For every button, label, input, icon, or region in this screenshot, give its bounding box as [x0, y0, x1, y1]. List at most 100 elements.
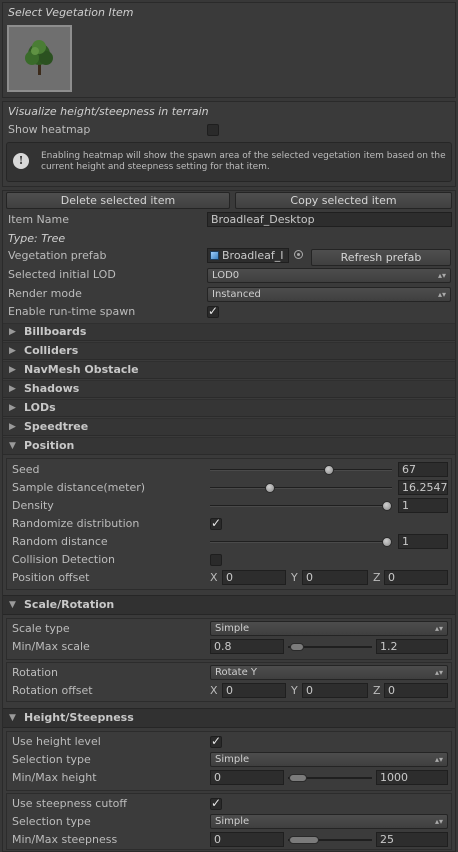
sample-distance-slider-knob[interactable] [265, 483, 276, 493]
use-steepness-cutoff-checkbox[interactable]: ✓ [210, 796, 222, 810]
y-axis-label: Y [291, 684, 298, 697]
sample-distance-slider-track[interactable] [210, 487, 392, 489]
foldout-speedtree[interactable]: ▶ Speedtree [3, 418, 455, 436]
max-scale-field[interactable]: 1.2 [376, 639, 448, 654]
min-scale-field[interactable]: 0.8 [210, 639, 284, 654]
scale-range-slider[interactable] [288, 642, 372, 652]
steepness-range-slider[interactable] [288, 835, 372, 845]
info-icon: ! [13, 153, 29, 169]
foldout-scale-rotation[interactable]: ▼ Scale/Rotation [3, 595, 455, 615]
steepness-selection-type-dropdown[interactable]: Simple ▴▾ [210, 814, 448, 829]
position-offset-x-field[interactable]: 0 [222, 570, 286, 585]
use-height-level-label: Use height level [12, 735, 101, 748]
random-distance-slider-track[interactable] [210, 541, 392, 543]
foldout-triangle-icon: ▼ [9, 713, 16, 723]
random-distance-field[interactable]: 1 [398, 534, 448, 549]
checkmark-icon: ✓ [208, 304, 219, 318]
foldout-shadows[interactable]: ▶ Shadows [3, 380, 455, 398]
foldout-height-steepness[interactable]: ▼ Height/Steepness [3, 708, 455, 728]
height-range-slider[interactable] [288, 773, 372, 783]
rotation-dropdown[interactable]: Rotate Y ▴▾ [210, 665, 448, 680]
prefab-cube-icon [210, 251, 219, 260]
show-heatmap-checkbox[interactable] [207, 124, 219, 136]
max-height-field[interactable]: 1000 [376, 770, 448, 785]
density-label: Density [12, 499, 54, 512]
foldout-triangle-icon: ▶ [9, 346, 16, 356]
copy-selected-item-button[interactable]: Copy selected item [235, 192, 452, 209]
foldout-billboards[interactable]: ▶ Billboards [3, 323, 455, 341]
sample-distance-field[interactable]: 16.2547 [398, 480, 448, 495]
info-text: Enabling heatmap will show the spawn are… [41, 151, 446, 172]
vegetation-prefab-field[interactable]: Broadleaf_I [207, 248, 289, 263]
collision-detection-label: Collision Detection [12, 553, 116, 566]
rotation-offset-label: Rotation offset [12, 684, 93, 697]
render-mode-dropdown[interactable]: Instanced ▴▾ [207, 287, 451, 302]
height-selection-type-label: Selection type [12, 753, 91, 766]
min-max-height-label: Min/Max height [12, 771, 97, 784]
x-axis-label: X [210, 684, 218, 697]
min-height-field[interactable]: 0 [210, 770, 284, 785]
z-axis-label: Z [373, 684, 381, 697]
foldout-colliders[interactable]: ▶ Colliders [3, 342, 455, 360]
randomize-distribution-label: Randomize distribution [12, 517, 140, 530]
foldout-triangle-icon: ▶ [9, 327, 16, 337]
density-slider-knob[interactable] [382, 501, 392, 511]
seed-field[interactable]: 67 [398, 462, 448, 477]
seed-slider-knob[interactable] [323, 465, 334, 475]
random-distance-slider-knob[interactable] [382, 537, 392, 547]
render-mode-label: Render mode [8, 287, 82, 300]
density-slider-track[interactable] [210, 505, 392, 507]
use-steepness-cutoff-label: Use steepness cutoff [12, 797, 127, 810]
foldout-triangle-icon: ▼ [9, 600, 16, 610]
visualize-title: Visualize height/steepness in terrain [8, 105, 209, 118]
checkmark-icon: ✓ [211, 796, 222, 810]
vegetation-item-thumbnail[interactable] [7, 25, 72, 92]
foldout-triangle-icon: ▶ [9, 403, 16, 413]
runtime-spawn-checkbox[interactable]: ✓ [207, 304, 219, 318]
rotation-offset-y-field[interactable]: 0 [302, 683, 368, 698]
dropdown-arrow-icon: ▴▾ [437, 290, 446, 299]
z-axis-label: Z [373, 571, 381, 584]
steepness-selection-type-label: Selection type [12, 815, 91, 828]
delete-selected-item-button[interactable]: Delete selected item [6, 192, 230, 209]
max-steepness-field[interactable]: 25 [376, 832, 448, 847]
y-axis-label: Y [291, 571, 298, 584]
dropdown-arrow-icon: ▴▾ [434, 668, 443, 677]
item-type-text: Type: Tree [8, 232, 66, 245]
rotation-offset-z-field[interactable]: 0 [384, 683, 448, 698]
min-max-steepness-label: Min/Max steepness [12, 833, 118, 846]
collision-detection-checkbox[interactable] [210, 554, 222, 566]
item-name-field[interactable]: Broadleaf_Desktop [207, 212, 452, 227]
min-steepness-field[interactable]: 0 [210, 832, 284, 847]
use-height-level-checkbox[interactable]: ✓ [210, 734, 222, 748]
item-name-label: Item Name [8, 213, 69, 226]
show-heatmap-label: Show heatmap [8, 123, 91, 136]
x-axis-label: X [210, 571, 218, 584]
height-selection-type-dropdown[interactable]: Simple ▴▾ [210, 752, 448, 767]
position-offset-z-field[interactable]: 0 [384, 570, 448, 585]
rotation-offset-x-field[interactable]: 0 [222, 683, 286, 698]
rotation-label: Rotation [12, 666, 59, 679]
dropdown-arrow-icon: ▴▾ [434, 624, 443, 633]
dropdown-arrow-icon: ▴▾ [434, 755, 443, 764]
info-box: ! Enabling heatmap will show the spawn a… [6, 142, 452, 182]
randomize-distribution-checkbox[interactable]: ✓ [210, 516, 222, 530]
seed-slider-track[interactable] [210, 469, 392, 471]
position-offset-label: Position offset [12, 571, 90, 584]
object-picker-icon[interactable] [294, 250, 303, 259]
initial-lod-label: Selected initial LOD [8, 268, 116, 281]
vegetation-prefab-label: Vegetation prefab [8, 249, 107, 262]
initial-lod-dropdown[interactable]: LOD0 ▴▾ [207, 268, 451, 283]
position-offset-y-field[interactable]: 0 [302, 570, 368, 585]
refresh-prefab-button[interactable]: Refresh prefab [311, 249, 451, 266]
scale-type-label: Scale type [12, 622, 70, 635]
runtime-spawn-label: Enable run-time spawn [8, 305, 136, 318]
foldout-navmesh-obstacle[interactable]: ▶ NavMesh Obstacle [3, 361, 455, 379]
foldout-lods[interactable]: ▶ LODs [3, 399, 455, 417]
density-field[interactable]: 1 [398, 498, 448, 513]
foldout-triangle-icon: ▶ [9, 384, 16, 394]
foldout-position[interactable]: ▼ Position [3, 437, 455, 455]
seed-label: Seed [12, 463, 40, 476]
scale-type-dropdown[interactable]: Simple ▴▾ [210, 621, 448, 636]
dropdown-arrow-icon: ▴▾ [434, 817, 443, 826]
